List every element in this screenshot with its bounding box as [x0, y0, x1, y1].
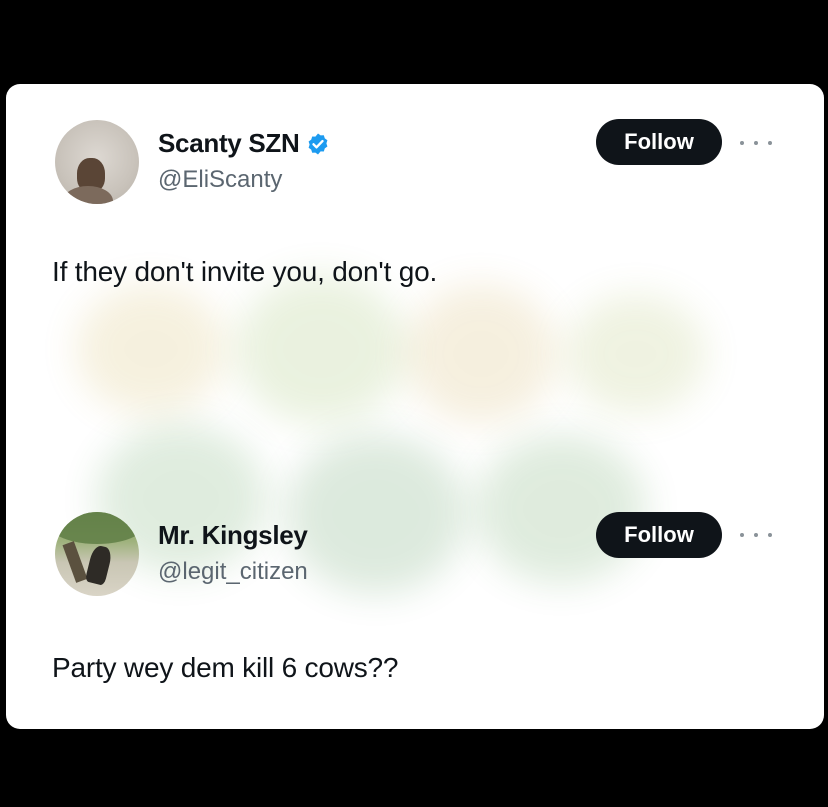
background-watermark [236, 274, 406, 424]
tweet-text: Party wey dem kill 6 cows?? [52, 652, 399, 683]
screenshot-frame: Scanty SZN @EliScanty Follow If they don… [0, 0, 828, 807]
avatar-photo [84, 544, 114, 586]
background-watermark [406, 284, 556, 424]
tweet-card: Scanty SZN @EliScanty Follow If they don… [6, 84, 824, 729]
more-options-icon[interactable] [740, 136, 772, 150]
avatar[interactable] [55, 512, 139, 596]
background-watermark [286, 434, 466, 594]
tweet-text: If they don't invite you, don't go. [52, 256, 438, 287]
avatar[interactable] [55, 120, 139, 204]
more-options-icon[interactable] [740, 528, 772, 542]
display-name[interactable]: Mr. Kingsley [158, 520, 308, 551]
background-watermark [76, 284, 226, 414]
follow-button[interactable]: Follow [596, 512, 722, 558]
author-row: Scanty SZN [158, 128, 330, 159]
user-handle[interactable]: @legit_citizen [158, 558, 308, 586]
user-handle[interactable]: @EliScanty [158, 166, 282, 194]
avatar-photo [63, 186, 113, 204]
avatar-photo [62, 541, 88, 583]
background-watermark [566, 294, 706, 414]
author-row: Mr. Kingsley [158, 520, 308, 551]
display-name[interactable]: Scanty SZN [158, 128, 300, 159]
background-watermark [476, 434, 646, 584]
verified-badge-icon [308, 133, 327, 154]
avatar-photo [55, 512, 139, 544]
follow-button[interactable]: Follow [596, 119, 722, 165]
